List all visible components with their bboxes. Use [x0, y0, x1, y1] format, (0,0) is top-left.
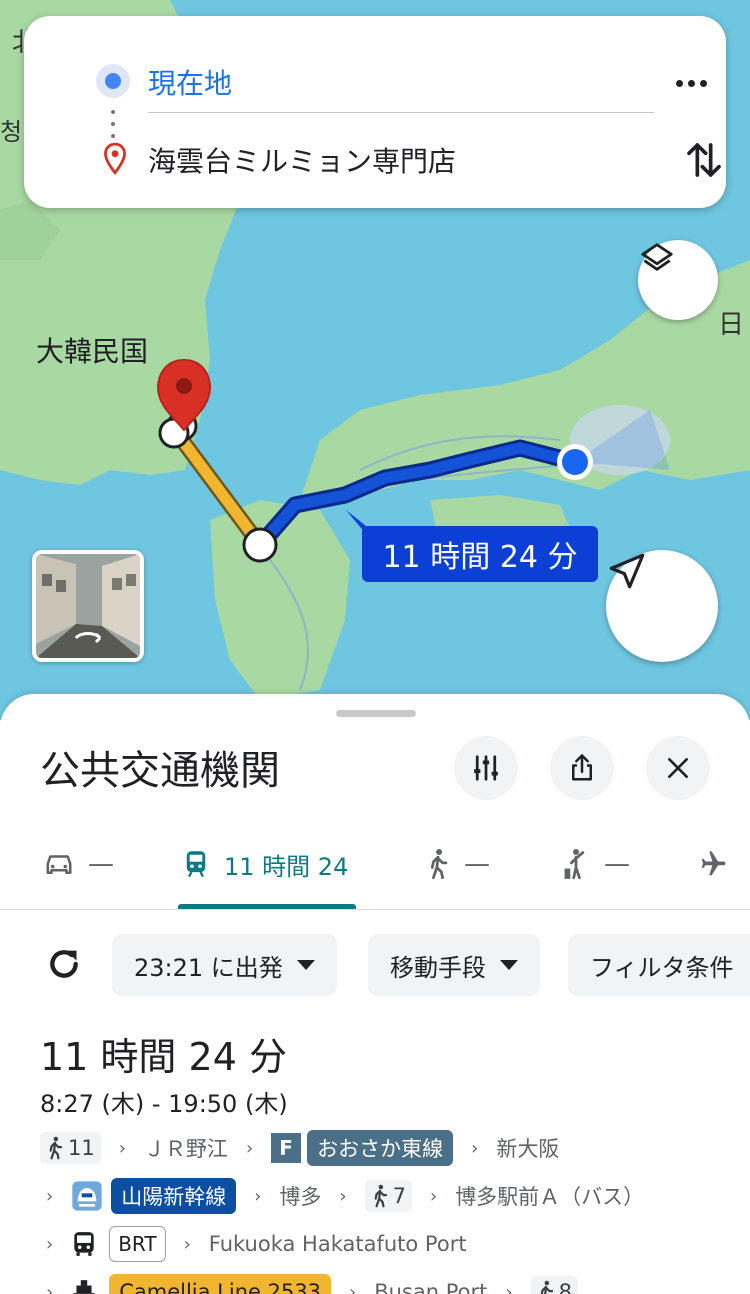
step-line-1: 11 › ＪＲ野江 › F おおさか東線 › 新大阪	[40, 1124, 750, 1172]
bus-icon	[74, 1232, 94, 1256]
chevron-right-icon: ›	[46, 1281, 54, 1294]
line-badge: おおさか東線	[307, 1130, 454, 1166]
origin-row[interactable]: 現在地	[24, 42, 726, 118]
chevron-right-icon: ›	[245, 1137, 254, 1159]
line-badge: 山陽新幹線	[111, 1178, 237, 1214]
directions-search-card: 現在地 海雲台ミルミョン専門店	[24, 16, 726, 208]
chevron-right-icon: ›	[46, 1185, 54, 1207]
layers-icon	[641, 243, 673, 271]
country-label: 大韓民国	[36, 335, 149, 368]
stop-name: ＪＲ野江	[143, 1137, 228, 1161]
options-button[interactable]	[454, 736, 518, 800]
line-badge: BRT	[109, 1226, 166, 1262]
stop-name: 新大阪	[496, 1137, 560, 1161]
sheet-title: 公共交通機関	[40, 748, 280, 794]
bottom-sheet: 公共交通機関 — 11 時間 24 — — 23:21 に出発 移動手段 フィル…	[0, 694, 750, 1294]
destination-pin-icon	[104, 142, 126, 175]
refresh-icon[interactable]	[44, 944, 84, 984]
transit-mode-label: 移動手段	[390, 953, 486, 982]
close-icon	[668, 758, 688, 778]
chevron-right-icon: ›	[183, 1233, 191, 1255]
tab-walking[interactable]: —	[426, 844, 490, 884]
walk-icon	[374, 1184, 387, 1208]
depart-time-chip[interactable]: 23:21 に出発	[112, 934, 337, 996]
tab-transit[interactable]: 11 時間 24	[182, 844, 348, 884]
walking-duration: —	[464, 849, 490, 879]
filter-chip[interactable]: フィルタ条件	[568, 934, 750, 996]
walk-minutes: 8	[558, 1280, 572, 1294]
flight-icon	[701, 851, 726, 876]
train-icon	[186, 851, 206, 878]
walk-minutes: 7	[392, 1184, 406, 1208]
navigation-button[interactable]	[606, 550, 718, 662]
origin-input[interactable]: 現在地	[148, 62, 232, 102]
chevron-down-icon	[296, 960, 315, 970]
origin-location-icon	[96, 64, 130, 98]
chevron-right-icon: ›	[429, 1185, 438, 1207]
street-view-thumbnail[interactable]	[32, 550, 144, 662]
share-button[interactable]	[550, 736, 614, 800]
tab-driving[interactable]: —	[44, 844, 114, 884]
destination-row[interactable]: 海雲台ミルミョン専門店	[24, 138, 726, 208]
car-icon	[46, 855, 72, 874]
stop-name: Busan Port	[374, 1280, 488, 1294]
travel-mode-tabs: — 11 時間 24 — —	[0, 824, 750, 910]
more-options-icon[interactable]	[676, 72, 716, 92]
map-edge-label-left: 청	[0, 118, 23, 146]
controls-row: 23:21 に出発 移動手段 フィルタ条件	[0, 932, 750, 998]
chevron-right-icon: ›	[471, 1137, 479, 1159]
chevron-right-icon: ›	[349, 1281, 357, 1294]
driving-duration: —	[88, 849, 114, 879]
close-button[interactable]	[646, 736, 710, 800]
result-times: 8:27 (木) - 19:50 (木)	[40, 1090, 288, 1118]
tune-icon	[474, 755, 498, 781]
chevron-right-icon: ›	[339, 1185, 347, 1207]
shinkansen-icon	[72, 1181, 102, 1211]
tab-flights[interactable]	[698, 844, 728, 884]
ride-hail-duration: —	[604, 849, 630, 879]
navigation-arrow-icon	[609, 553, 645, 589]
depart-time-label: 23:21 に出発	[134, 953, 283, 982]
sheet-drag-handle[interactable]	[336, 710, 416, 717]
step-line-2: › 山陽新幹線 › 博多 › 7 › 博多駅前Ａ（バス）	[40, 1172, 750, 1220]
ferry-icon	[73, 1280, 95, 1294]
step-line-4: › Camellia Line 2533 › Busan Port › 8	[40, 1268, 750, 1294]
chevron-down-icon	[500, 960, 518, 970]
walk-step: 8	[530, 1276, 578, 1294]
chevron-right-icon: ›	[46, 1233, 54, 1255]
stop-name: 博多	[279, 1185, 322, 1209]
step-line-3: › BRT › Fukuoka Hakatafuto Port	[40, 1220, 750, 1268]
swap-icon[interactable]	[684, 138, 724, 182]
stop-name: Fukuoka Hakatafuto Port	[208, 1232, 467, 1256]
destination-input[interactable]: 海雲台ミルミョン専門店	[148, 140, 456, 180]
walk-icon	[49, 1136, 63, 1160]
tab-ride-hail[interactable]: —	[562, 844, 630, 884]
layers-button[interactable]	[638, 240, 718, 320]
filter-label: フィルタ条件	[590, 953, 734, 982]
chevron-right-icon: ›	[118, 1137, 126, 1159]
walk-icon	[430, 849, 448, 880]
line-letter-badge: F	[271, 1133, 302, 1163]
search-divider	[148, 112, 654, 113]
transit-duration: 11 時間 24	[224, 852, 349, 881]
route-time-pointer	[346, 510, 366, 534]
map-edge-label-right: 日	[718, 310, 745, 340]
walk-step: 11	[40, 1132, 101, 1164]
chevron-right-icon: ›	[254, 1185, 262, 1207]
ride-hail-icon	[564, 849, 585, 880]
active-tab-indicator	[178, 904, 356, 909]
transit-mode-chip[interactable]: 移動手段	[368, 934, 540, 996]
walk-icon	[540, 1280, 553, 1294]
route-time-label[interactable]: 11 時間 24 分	[362, 526, 598, 582]
route-steps[interactable]: 11 › ＪＲ野江 › F おおさか東線 › 新大阪 › 山陽新幹線 › 博多 …	[40, 1124, 750, 1294]
stop-name: 博多駅前Ａ（バス）	[455, 1185, 645, 1209]
walk-step: 7	[364, 1180, 412, 1212]
street-view-icon	[36, 554, 140, 658]
share-icon	[572, 754, 592, 781]
walk-minutes: 11	[68, 1136, 95, 1160]
chevron-right-icon: ›	[505, 1281, 513, 1294]
result-duration: 11 時間 24 分	[40, 1035, 287, 1079]
line-badge: Camellia Line 2533	[109, 1274, 332, 1294]
